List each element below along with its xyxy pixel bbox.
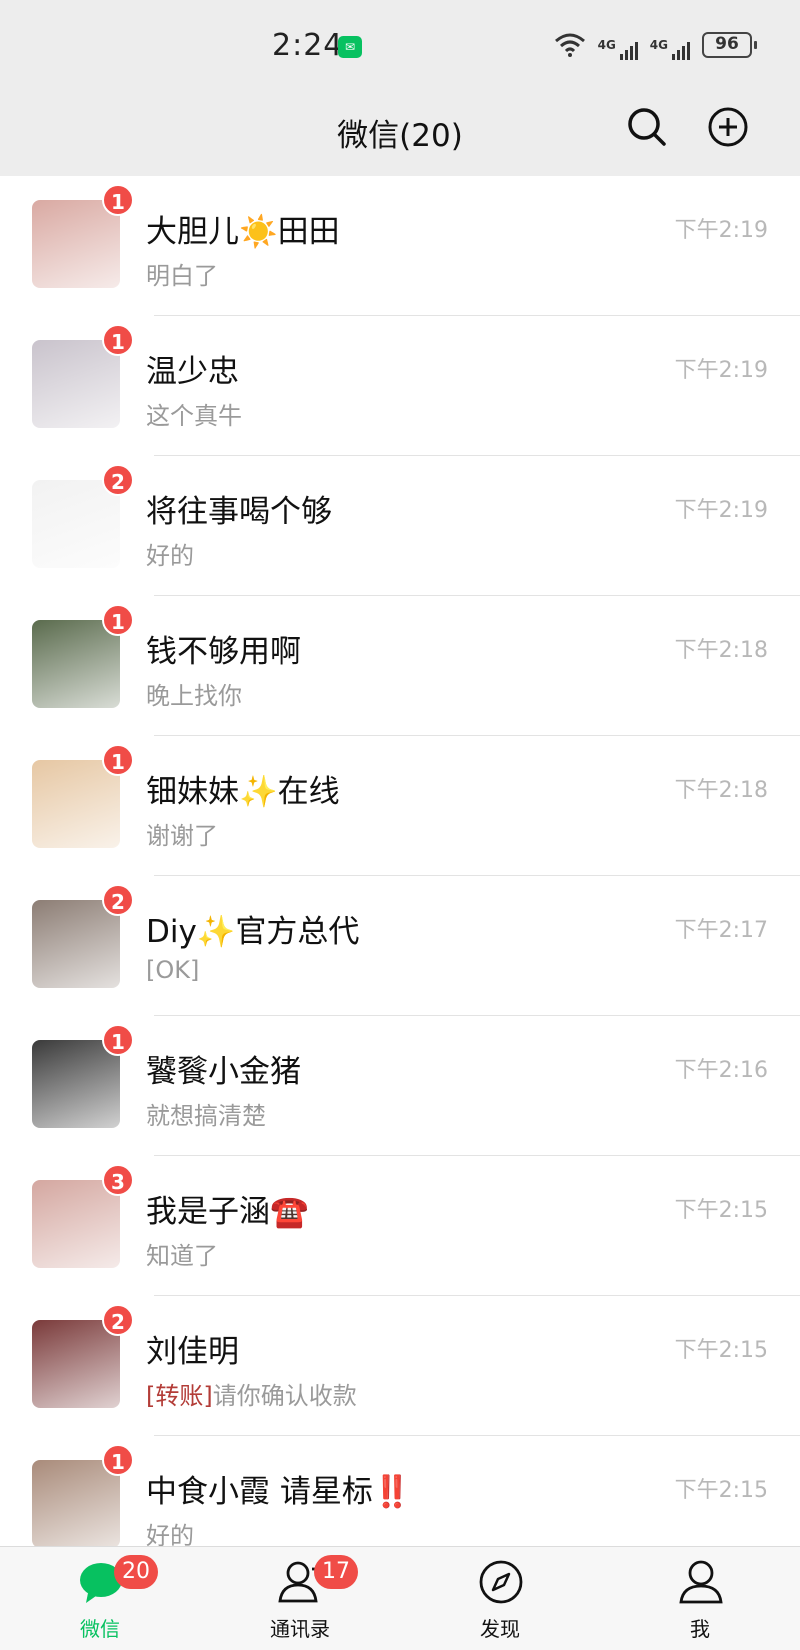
status-bar: 2:24 ✉ 4G 4G 96 [0, 0, 800, 90]
chat-last-message: [转账]请你确认收款 [146, 1376, 357, 1411]
bottom-tab-bar: 20 微信 17 通讯录 发现 我 [0, 1546, 800, 1650]
avatar[interactable] [32, 340, 120, 428]
plus-circle-icon[interactable] [707, 106, 749, 148]
message-text: 好的 [146, 542, 194, 570]
chat-time: 下午2:19 [674, 498, 768, 523]
chat-list-item[interactable]: 1 饕餮小金猪 就想搞清楚 下午2:16 [0, 1016, 800, 1156]
chat-time: 下午2:16 [674, 1058, 768, 1083]
page-title: 微信(20) [337, 118, 463, 154]
avatar[interactable] [32, 200, 120, 288]
chat-list: 1 大胆儿☀️田田 明白了 下午2:19 1 温少忠 这个真牛 下午2:19 2… [0, 176, 800, 1546]
chat-last-message: 明白了 [146, 256, 218, 291]
status-indicators: 4G 4G 96 [554, 30, 757, 60]
avatar[interactable] [32, 760, 120, 848]
message-text: 就想搞清楚 [146, 1102, 266, 1130]
unread-badge: 1 [102, 604, 134, 636]
chat-time: 下午2:18 [674, 638, 768, 663]
compass-icon [479, 1560, 523, 1604]
person-icon [679, 1560, 723, 1604]
avatar[interactable] [32, 1180, 120, 1268]
chat-name: 将往事喝个够 [146, 494, 332, 530]
avatar[interactable] [32, 480, 120, 568]
chat-time: 下午2:15 [674, 1198, 768, 1223]
chat-last-message: 晚上找你 [146, 676, 242, 711]
tab-me-label: 我 [690, 1617, 710, 1641]
unread-badge: 1 [102, 744, 134, 776]
chat-name: Diy✨官方总代 [146, 914, 360, 950]
chat-list-item[interactable]: 2 刘佳明 [转账]请你确认收款 下午2:15 [0, 1296, 800, 1436]
message-text: [OK] [146, 956, 200, 984]
avatar[interactable] [32, 900, 120, 988]
unread-badge: 1 [102, 1444, 134, 1476]
tab-chats-badge: 20 [114, 1555, 158, 1589]
chat-name: 钱不够用啊 [146, 634, 301, 670]
chat-time: 下午2:19 [674, 358, 768, 383]
chat-time: 下午2:19 [674, 218, 768, 243]
network-indicator-2: 4G [650, 38, 690, 60]
chat-name: 钿妹妹✨在线 [146, 774, 340, 810]
chat-list-item[interactable]: 1 大胆儿☀️田田 明白了 下午2:19 [0, 176, 800, 316]
chat-list-item[interactable]: 2 Diy✨官方总代 [OK] 下午2:17 [0, 876, 800, 1016]
chat-time: 下午2:15 [674, 1338, 768, 1363]
unread-badge: 3 [102, 1164, 134, 1196]
unread-badge: 1 [102, 324, 134, 356]
chat-time: 下午2:15 [674, 1478, 768, 1503]
avatar[interactable] [32, 1320, 120, 1408]
chat-name: 中食小霞 请星标‼️ [146, 1474, 412, 1510]
message-text: 知道了 [146, 1242, 218, 1270]
chat-name: 饕餮小金猪 [146, 1054, 301, 1090]
tab-contacts-badge: 17 [314, 1555, 358, 1589]
message-text: 晚上找你 [146, 682, 242, 710]
wifi-icon [554, 33, 585, 57]
message-text: 好的 [146, 1522, 194, 1546]
chat-last-message: 这个真牛 [146, 396, 242, 431]
chat-time: 下午2:18 [674, 778, 768, 803]
tab-contacts-label: 通讯录 [270, 1617, 330, 1641]
chat-last-message: [OK] [146, 956, 199, 984]
chat-last-message: 就想搞清楚 [146, 1096, 266, 1131]
message-tag: [转账] [146, 1382, 213, 1410]
avatar[interactable] [32, 1460, 120, 1546]
search-icon[interactable] [626, 106, 668, 148]
chat-name: 刘佳明 [146, 1334, 239, 1370]
wechat-icon: ✉ [338, 36, 362, 58]
chat-list-item[interactable]: 3 我是子涵☎️ 知道了 下午2:15 [0, 1156, 800, 1296]
network-indicator-1: 4G [598, 38, 638, 60]
chat-list-item[interactable]: 1 温少忠 这个真牛 下午2:19 [0, 316, 800, 456]
chat-last-message: 知道了 [146, 1236, 218, 1271]
avatar[interactable] [32, 1040, 120, 1128]
unread-badge: 2 [102, 884, 134, 916]
tab-chats[interactable]: 20 微信 [0, 1547, 200, 1650]
unread-badge: 2 [102, 464, 134, 496]
chat-last-message: 好的 [146, 536, 194, 571]
chat-list-item[interactable]: 2 将往事喝个够 好的 下午2:19 [0, 456, 800, 596]
tab-contacts[interactable]: 17 通讯录 [200, 1547, 400, 1650]
tab-me[interactable]: 我 [600, 1547, 800, 1650]
message-text: 谢谢了 [146, 822, 218, 850]
message-text: 这个真牛 [146, 402, 242, 430]
chat-name: 我是子涵☎️ [146, 1194, 309, 1230]
chat-last-message: 谢谢了 [146, 816, 218, 851]
avatar[interactable] [32, 620, 120, 708]
chat-list-item[interactable]: 1 中食小霞 请星标‼️ 好的 下午2:15 [0, 1436, 800, 1546]
unread-badge: 1 [102, 184, 134, 216]
chat-last-message: 好的 [146, 1516, 194, 1546]
message-text: 明白了 [146, 262, 218, 290]
status-time: 2:24 [272, 28, 344, 63]
app-header: 微信(20) [0, 90, 800, 176]
unread-badge: 2 [102, 1304, 134, 1336]
tab-discover[interactable]: 发现 [400, 1547, 600, 1650]
chat-list-item[interactable]: 1 钿妹妹✨在线 谢谢了 下午2:18 [0, 736, 800, 876]
chat-list-item[interactable]: 1 钱不够用啊 晚上找你 下午2:18 [0, 596, 800, 736]
battery-indicator: 96 [702, 32, 757, 58]
chat-name: 大胆儿☀️田田 [146, 214, 340, 250]
message-text: 请你确认收款 [212, 1382, 357, 1410]
tab-discover-label: 发现 [480, 1617, 520, 1641]
chat-time: 下午2:17 [674, 918, 768, 943]
unread-badge: 1 [102, 1024, 134, 1056]
tab-chats-label: 微信 [80, 1617, 120, 1641]
chat-name: 温少忠 [146, 354, 239, 390]
